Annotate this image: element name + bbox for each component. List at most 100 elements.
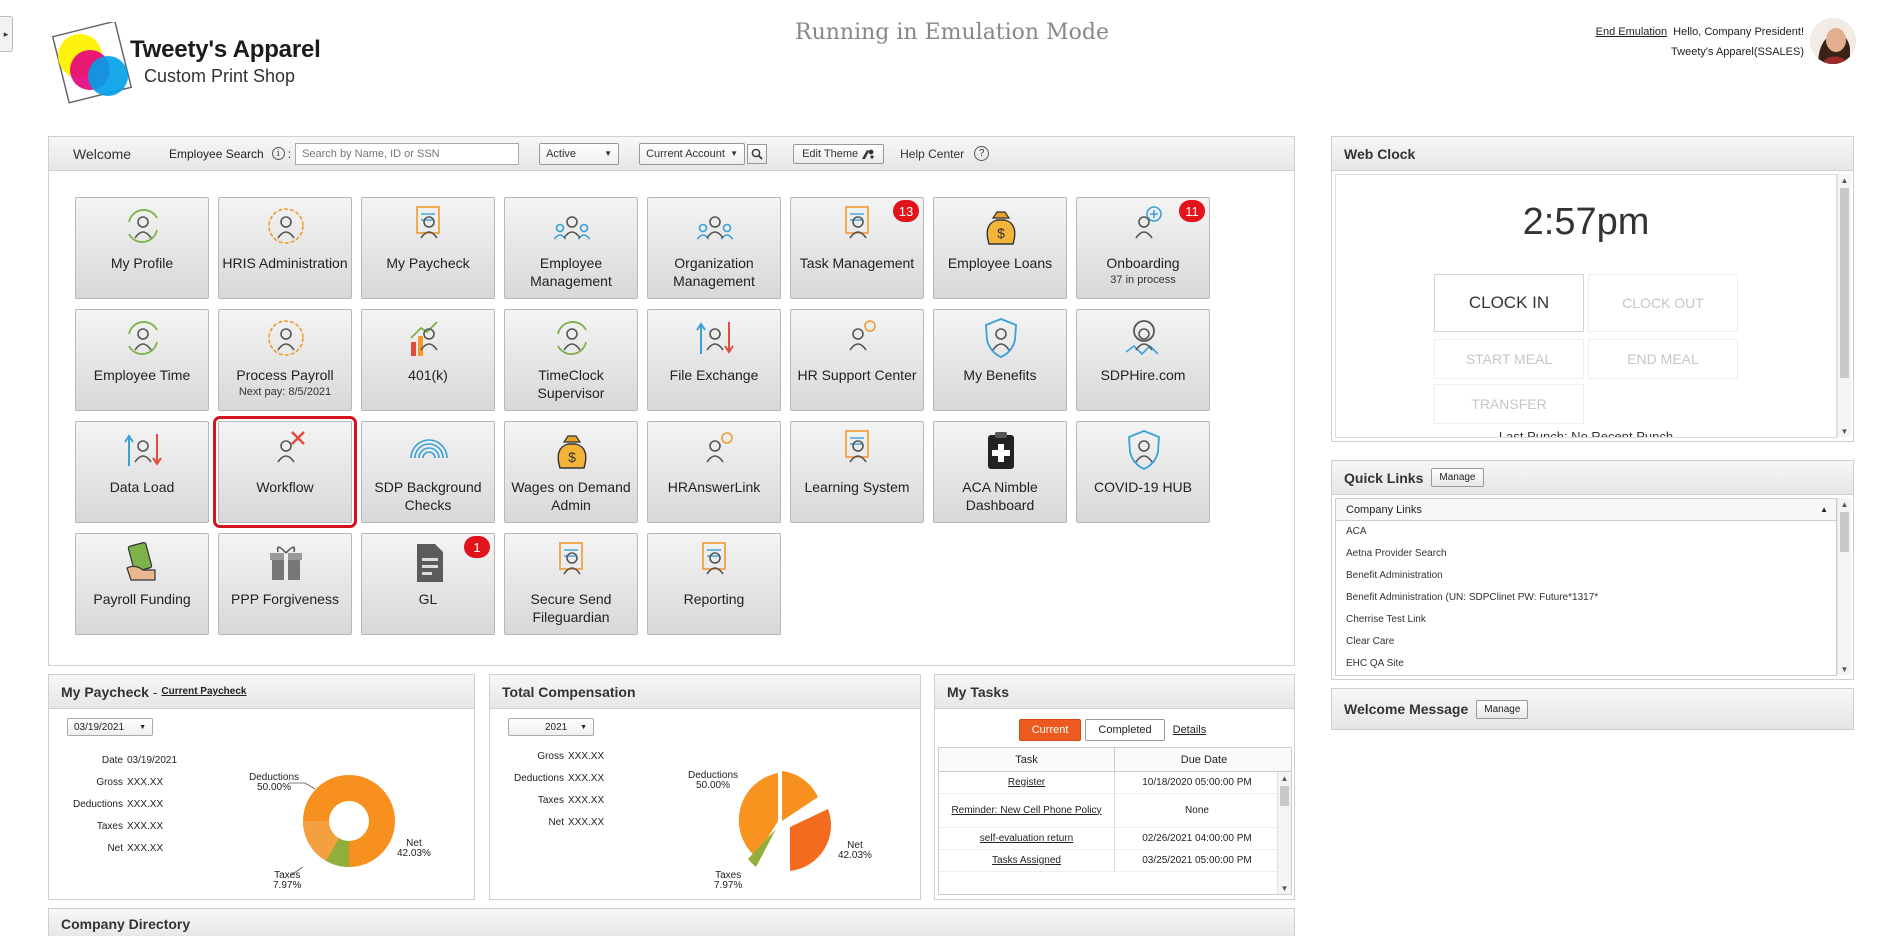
tile-label: My Benefits [963,367,1037,383]
tile-employee-time[interactable]: Employee Time [75,309,209,411]
account-select[interactable]: Current Account ▼ [639,142,746,165]
tile-hranswerlink[interactable]: HRAnswerLink [647,421,781,523]
quick-link-item[interactable]: Cherrise Test Link [1336,609,1836,631]
quick-link-item[interactable]: Benefit Administration (UN: SDPClinet PW… [1336,587,1836,609]
table-row: Reminder: New Cell Phone Policy None [939,794,1279,828]
task-link[interactable]: self-evaluation return [939,828,1115,849]
clock-in-button[interactable]: CLOCK IN [1434,274,1584,332]
tile-employee-loans[interactable]: $ Employee Loans [933,197,1067,299]
col-header-task[interactable]: Task [939,748,1115,772]
edit-theme-button[interactable]: Edit Theme [793,143,885,164]
last-punch-text: Last Punch: No Recent Punch [1498,429,1674,438]
task-link[interactable]: Reminder: New Cell Phone Policy [939,794,1115,827]
quick-link-item[interactable]: Clear Care [1336,631,1836,653]
clock-out-button[interactable]: CLOCK OUT [1588,274,1738,332]
end-meal-button[interactable]: END MEAL [1588,339,1738,379]
tile-process-payroll[interactable]: Process Payroll Next pay: 8/5/2021 [218,309,352,411]
web-clock-scrollbar[interactable]: ▲ ▼ [1837,174,1851,437]
collapse-up-icon[interactable]: ▲ [1820,505,1828,514]
company-links-group[interactable]: Company Links ▲ [1336,499,1836,521]
summary-value: XXX.XX [568,751,605,762]
tile-401-k[interactable]: 401(k) [361,309,495,411]
scroll-down-icon[interactable]: ▼ [1838,425,1851,437]
quick-links-manage-button[interactable]: Manage [1431,468,1484,487]
tile-learning-system[interactable]: Learning System [790,421,924,523]
tile-label: COVID-19 HUB [1093,479,1193,495]
quick-link-item[interactable]: ACA [1336,521,1836,543]
sidebar-toggle-button[interactable]: ▸ [0,16,13,52]
tile-task-management[interactable]: Task Management 13 [790,197,924,299]
scroll-up-icon[interactable]: ▲ [1838,498,1851,510]
tab-completed[interactable]: Completed [1085,719,1165,741]
tile-workflow[interactable]: Workflow [213,416,357,528]
col-header-due-date[interactable]: Due Date [1115,748,1291,772]
tile-my-paycheck[interactable]: My Paycheck [361,197,495,299]
add-person-icon [1122,204,1166,248]
help-center-link[interactable]: Help Center [900,147,964,161]
tile-hr-support-center[interactable]: HR Support Center [790,309,924,411]
tasks-scrollbar[interactable]: ▲ ▼ [1277,772,1291,894]
scroll-thumb[interactable] [1840,188,1849,378]
employee-search-input[interactable] [295,142,520,165]
tile-employee-management[interactable]: Employee Management [504,197,638,299]
quick-link-item[interactable]: Aetna Provider Search [1336,543,1836,565]
tile-organization-management[interactable]: Organization Management [647,197,781,299]
status-select[interactable]: Active ▼ [539,142,620,165]
scroll-down-icon[interactable]: ▼ [1838,663,1851,675]
year-select-value: 2021 [545,721,568,733]
tile-ppp-forgiveness[interactable]: PPP Forgiveness [218,533,352,635]
scroll-up-icon[interactable]: ▲ [1278,772,1291,784]
tile-onboarding[interactable]: Onboarding 37 in process 11 [1076,197,1210,299]
summary-key: Gross [96,777,123,788]
scroll-up-icon[interactable]: ▲ [1838,174,1851,186]
tile-secure-send-fileguardian[interactable]: Secure Send Fileguardian [504,533,638,635]
tile-label: Secure Send Fileguardian [530,591,612,625]
tile-label: ACA Nimble Dashboard [962,479,1038,513]
task-link[interactable]: Tasks Assigned [939,850,1115,871]
tile-payroll-funding[interactable]: Payroll Funding [75,533,209,635]
year-select[interactable]: 2021 ▼ [508,718,594,736]
end-emulation-link[interactable]: End Emulation [1596,26,1668,38]
quick-links-list: Company Links ▲ ACA Aetna Provider Search B… [1335,498,1837,676]
quick-link-item[interactable]: EHC QA Site [1336,653,1836,675]
scroll-thumb[interactable] [1280,786,1289,806]
start-meal-button[interactable]: START MEAL [1434,339,1584,379]
pie-taxes-label: Taxes 7.97% [714,870,743,891]
tile-label: GL [418,591,438,607]
tile-aca-nimble-dashboard[interactable]: ACA Nimble Dashboard [933,421,1067,523]
tile-sdphire-com[interactable]: SDPHire.com [1076,309,1210,411]
search-button[interactable] [747,143,768,164]
current-paycheck-link[interactable]: Current Paycheck [161,686,246,697]
tile-data-load[interactable]: Data Load [75,421,209,523]
tile-label: Wages on Demand Admin [511,479,631,513]
help-icon[interactable]: ? [974,146,990,161]
table-row: Register 10/18/2020 05:00:00 PM [939,772,1279,794]
tile-sdp-background-checks[interactable]: SDP Background Checks [361,421,495,523]
tile-my-benefits[interactable]: My Benefits [933,309,1067,411]
scroll-thumb[interactable] [1840,512,1849,552]
tile-label: TimeClock Supervisor [537,367,605,401]
info-icon[interactable]: i [271,147,285,160]
tile-covid-19-hub[interactable]: COVID-19 HUB [1076,421,1210,523]
avatar[interactable] [1810,18,1856,64]
welcome-message-manage-button[interactable]: Manage [1476,699,1529,719]
tile-my-profile[interactable]: My Profile [75,197,209,299]
paycheck-date-select[interactable]: 03/19/2021 ▼ [67,718,153,736]
tile-gl[interactable]: GL 1 [361,533,495,635]
tile-file-exchange[interactable]: File Exchange [647,309,781,411]
quick-link-item[interactable]: Benefit Administration [1336,565,1836,587]
scroll-down-icon[interactable]: ▼ [1278,882,1291,894]
tasks-details-link[interactable]: Details [1168,719,1211,741]
tile-hris-administration[interactable]: HRIS Administration [218,197,352,299]
tile-label: Employee Management [530,255,612,289]
task-link[interactable]: Register [939,772,1115,793]
tab-current[interactable]: Current [1018,719,1082,741]
user-area: End Emulation Hello, Company President! T… [1596,22,1804,62]
tile-reporting[interactable]: Reporting [647,533,781,635]
my-paycheck-title: My Paycheck [61,683,149,700]
tile-wages-on-demand-admin[interactable]: $ Wages on Demand Admin [504,421,638,523]
quick-links-scrollbar[interactable]: ▲ ▼ [1837,498,1851,675]
transfer-button[interactable]: TRANSFER [1434,384,1584,424]
tile-timeclock-supervisor[interactable]: TimeClock Supervisor [504,309,638,411]
dollar-gear-icon [264,316,308,360]
